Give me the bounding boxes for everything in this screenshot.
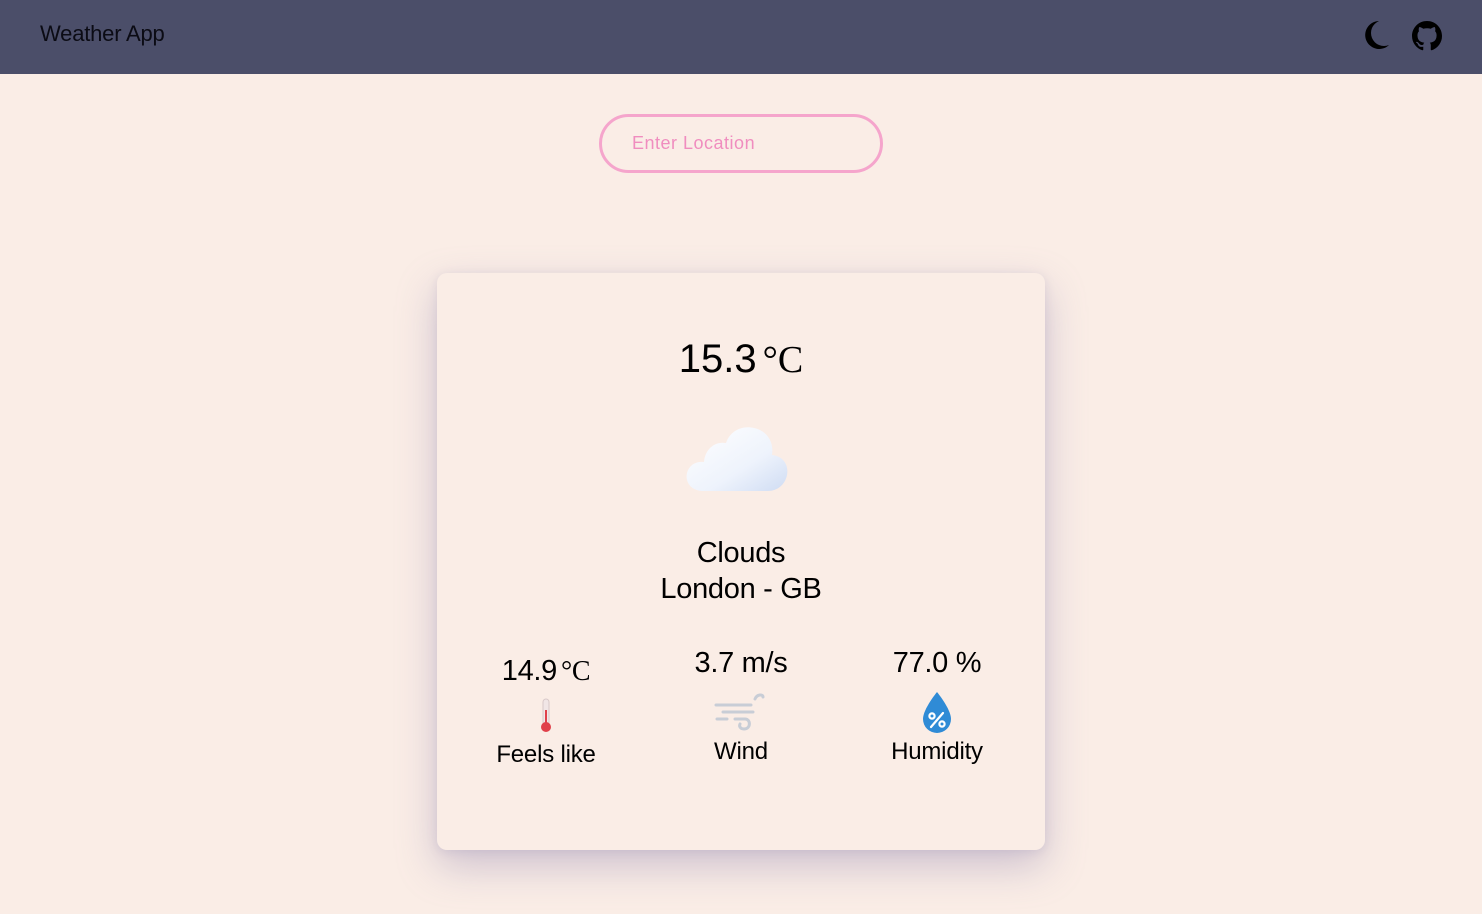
- wind-icon: [714, 693, 765, 731]
- weather-location: London - GB: [660, 573, 822, 605]
- navbar: Weather App: [0, 0, 1482, 74]
- wind-label: Wind: [714, 738, 768, 765]
- humidity-drop-icon: [923, 692, 951, 733]
- feels-like-label: Feels like: [496, 741, 596, 768]
- search-wrap: [599, 114, 883, 173]
- weather-condition: Clouds: [696, 537, 786, 569]
- feels-like-value: 14.9 °C: [456, 653, 636, 690]
- feels-like-stat: 14.9 °C Feels like: [456, 653, 636, 770]
- current-temperature: 15.3 °C: [437, 335, 1045, 384]
- cloud-icon: [686, 427, 788, 491]
- weather-description: Clouds London - GB: [437, 535, 1045, 607]
- temperature-unit: °C: [762, 339, 804, 381]
- feels-like-number: 14.9: [501, 655, 558, 687]
- github-icon[interactable]: [1412, 21, 1442, 51]
- wind-stat: 3.7 m/s Wind: [651, 645, 831, 767]
- humidity-value: 77.0 %: [892, 647, 982, 679]
- moon-icon[interactable]: [1360, 19, 1390, 51]
- app-title: Weather App: [40, 21, 165, 46]
- location-search-input[interactable]: [599, 114, 883, 173]
- humidity-stat: 77.0 % Humidity: [847, 645, 1027, 767]
- feels-like-unit: °C: [560, 656, 591, 687]
- temperature-value: 15.3: [678, 337, 757, 381]
- humidity-label: Humidity: [891, 738, 983, 765]
- thermometer-icon: [541, 698, 551, 732]
- weather-card: 15.3 °C Clouds London - GB 14.9 °C Feels l…: [437, 273, 1045, 850]
- wind-value: 3.7 m/s: [694, 647, 788, 679]
